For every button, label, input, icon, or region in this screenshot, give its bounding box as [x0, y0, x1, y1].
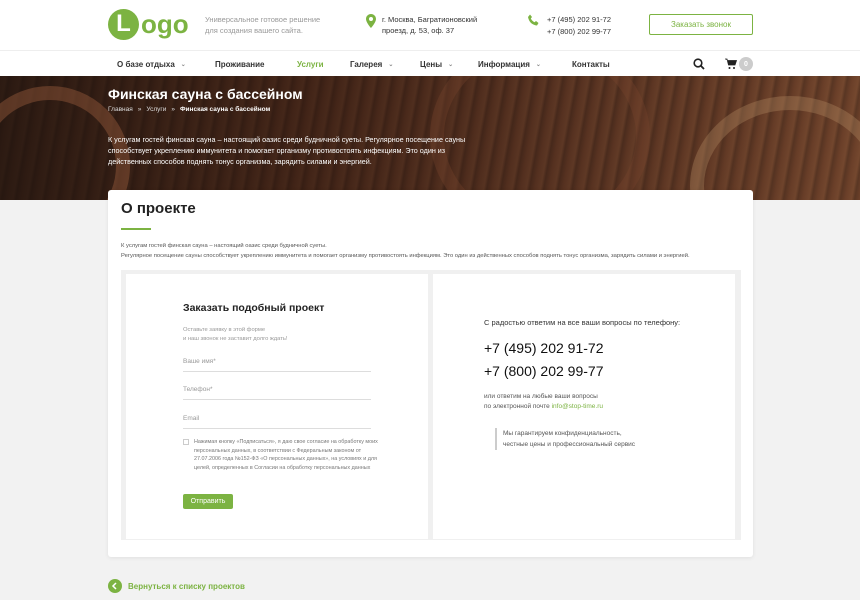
- location-pin-icon: [366, 14, 376, 28]
- email-note: или ответим на любые ваши вопросы по эле…: [484, 393, 603, 410]
- search-icon[interactable]: [693, 58, 705, 70]
- order-form-panel: Заказать подобный проект Оставьте заявку…: [126, 274, 428, 539]
- tagline: Универсальное готовое решение для создан…: [205, 15, 321, 35]
- consent-block: Нажимая кнопку «Подписаться», я даю свое…: [183, 438, 378, 472]
- back-link-label: Вернуться к списку проектов: [128, 581, 245, 591]
- breadcrumb-home[interactable]: Главная: [108, 106, 133, 113]
- header-phones: +7 (495) 202 91-72 +7 (800) 202 99-77: [527, 14, 611, 38]
- project-card: О проекте К услугам гостей финская сауна…: [108, 190, 753, 557]
- cart-count-badge[interactable]: 0: [739, 57, 753, 71]
- logo-mark: L: [108, 8, 139, 40]
- phone-field[interactable]: Телефон*: [183, 384, 371, 400]
- chevron-down-icon: ⌄: [535, 61, 541, 68]
- logo[interactable]: L ogo: [108, 8, 189, 40]
- site-header: L ogo Универсальное готовое решение для …: [0, 0, 860, 50]
- contact-panel: С радостью ответим на все ваши вопросы п…: [433, 274, 735, 539]
- main-nav: О базе отдыха ⌄ Проживание Услуги Галерея…: [0, 50, 860, 76]
- contact-phone-1[interactable]: +7 (495) 202 91-72: [484, 340, 603, 356]
- contact-phone-2[interactable]: +7 (800) 202 99-77: [484, 363, 603, 379]
- chevron-down-icon: ⌄: [388, 61, 394, 68]
- breadcrumb-separator: »: [137, 106, 142, 113]
- callback-button[interactable]: Заказать звонок: [649, 14, 753, 35]
- hero-description: К услугам гостей финская сауна – настоящ…: [108, 135, 466, 166]
- form-title: Заказать подобный проект: [183, 302, 325, 314]
- email-field[interactable]: Email: [183, 413, 371, 429]
- breadcrumb-services[interactable]: Услуги: [146, 106, 166, 113]
- chevron-down-icon: ⌄: [180, 61, 186, 68]
- contact-intro: С радостью ответим на все ваши вопросы п…: [484, 318, 681, 327]
- consent-text: Нажимая кнопку «Подписаться», я даю свое…: [194, 439, 378, 471]
- breadcrumb-current: Финская сауна с бассейном: [180, 106, 271, 113]
- project-description: К услугам гостей финская сауна – настоящ…: [121, 243, 690, 259]
- email-link[interactable]: info@stop-time.ru: [552, 403, 603, 410]
- consent-checkbox[interactable]: [183, 439, 189, 445]
- section-title: О проекте: [121, 200, 196, 217]
- guarantee-note: Мы гарантируем конфиденциальность, честн…: [495, 428, 695, 450]
- form-subtitle: Оставьте заявку в этой форме и наш звоно…: [183, 327, 288, 342]
- breadcrumb: Главная » Услуги » Финская сауна с бассе…: [108, 106, 270, 113]
- nav-item-info[interactable]: Информация ⌄: [478, 51, 541, 77]
- cart-icon[interactable]: [725, 58, 737, 70]
- logo-text: ogo: [141, 8, 189, 39]
- order-section: Заказать подобный проект Оставьте заявку…: [121, 270, 741, 540]
- header-phone-1[interactable]: +7 (495) 202 91-72: [547, 14, 611, 26]
- hero-arch-decoration: [690, 96, 860, 200]
- nav-item-gallery[interactable]: Галерея ⌄: [350, 51, 393, 77]
- chevron-down-icon: ⌄: [448, 61, 454, 68]
- name-field[interactable]: Ваше имя*: [183, 356, 371, 372]
- breadcrumb-separator: »: [171, 106, 175, 113]
- nav-item-prices[interactable]: Цены ⌄: [420, 51, 453, 77]
- back-to-projects-link[interactable]: Вернуться к списку проектов: [108, 579, 245, 593]
- header-phone-2[interactable]: +7 (800) 202 99-77: [547, 26, 611, 38]
- nav-item-contacts[interactable]: Контакты: [572, 51, 610, 77]
- arrow-left-icon: [108, 579, 122, 593]
- page-title: Финская сауна с бассейном: [108, 86, 303, 102]
- nav-item-accommodation[interactable]: Проживание: [215, 51, 264, 77]
- phone-icon: [528, 14, 539, 26]
- title-underline: [121, 228, 151, 230]
- nav-item-about[interactable]: О базе отдыха ⌄: [117, 51, 186, 77]
- address: г. Москва, Багратионовский проезд, д. 53…: [366, 14, 502, 36]
- nav-item-services[interactable]: Услуги: [297, 51, 324, 77]
- submit-button[interactable]: Отправить: [183, 494, 233, 509]
